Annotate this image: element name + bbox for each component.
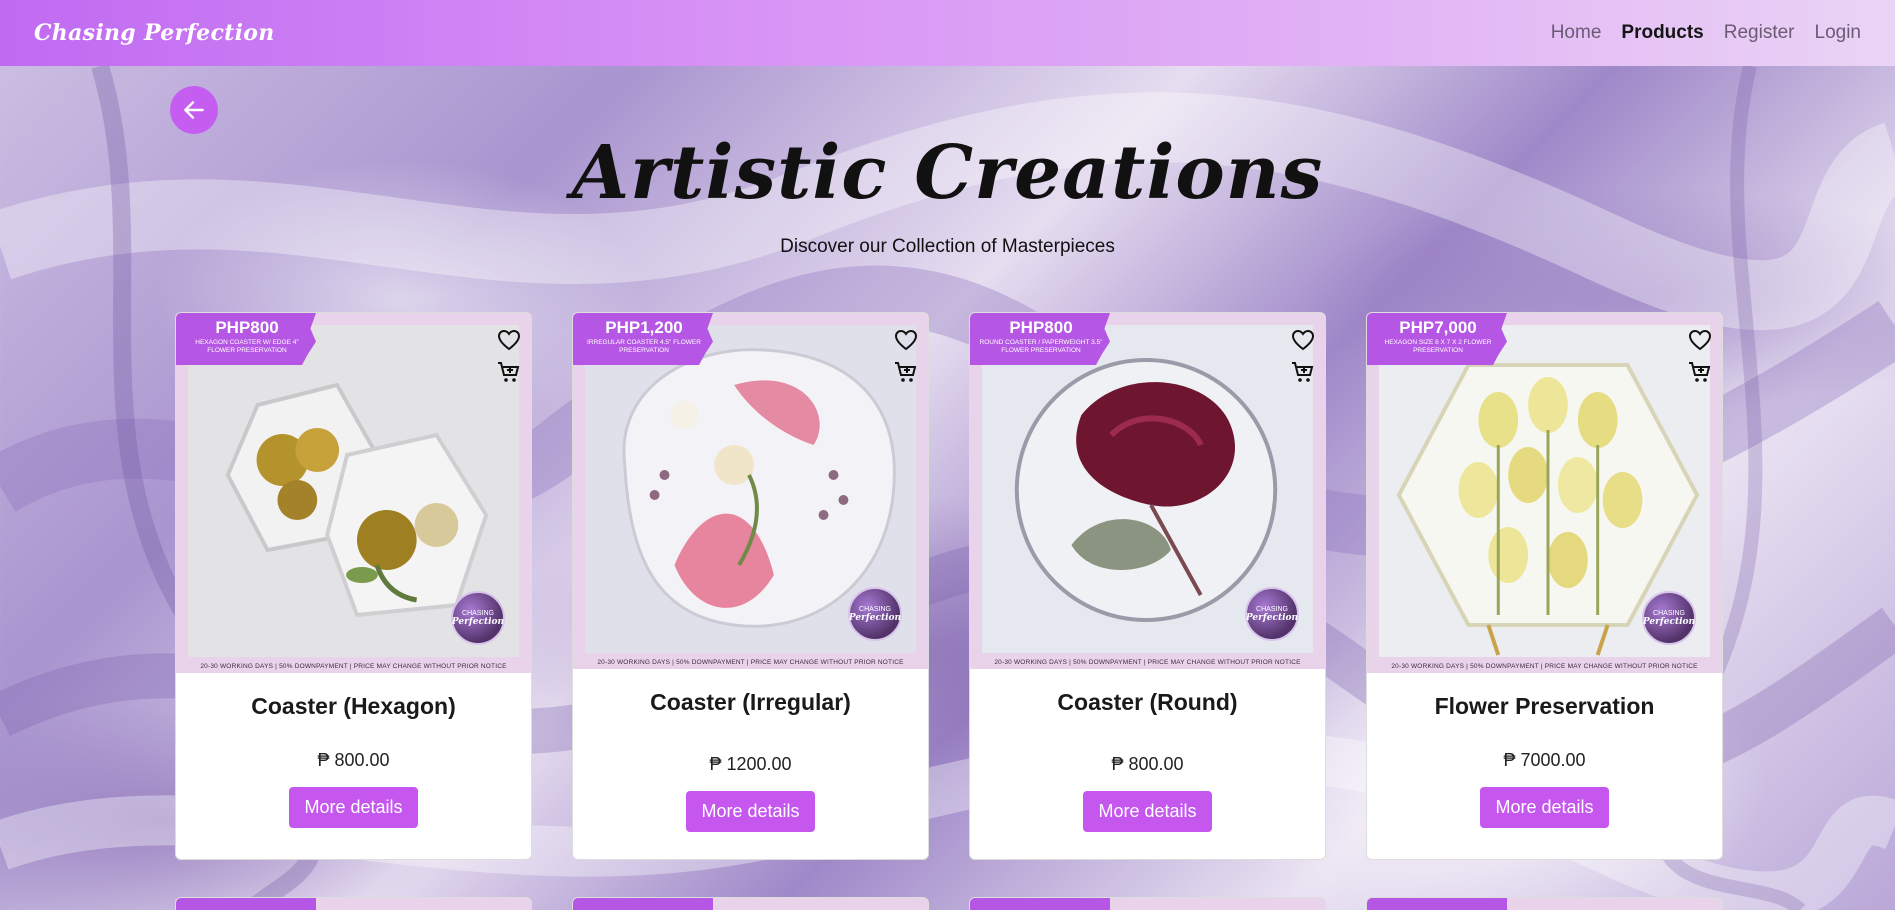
fine-print: 20-30 WORKING DAYS | 50% DOWNPAYMENT | P…	[597, 659, 904, 666]
card-body: Flower Preservation ₱ 7000.00 More detai…	[1367, 673, 1722, 828]
more-details-button[interactable]: More details	[1083, 791, 1212, 832]
navbar: Chasing Perfection Home Products Registe…	[0, 0, 1895, 66]
price-banner: PHP7,000 Hexagon Size 8 x 7 x 2 Flower P…	[1367, 313, 1507, 365]
price-banner: PHP800 Hexagon Coaster w/ Edge 4" Flower…	[176, 313, 316, 365]
nav-register[interactable]: Register	[1724, 22, 1795, 44]
card-actions	[1688, 329, 1712, 383]
nav-login[interactable]: Login	[1815, 22, 1862, 44]
product-price: ₱ 7000.00	[1503, 750, 1586, 770]
fine-print: 20-30 WORKING DAYS | 50% DOWNPAYMENT | P…	[994, 659, 1301, 666]
product-card: PHP800 Round Coaster / Paperweight 3.5" …	[969, 312, 1326, 860]
brand-seal: CHASING Perfection	[1245, 587, 1299, 641]
hero: Artistic Creations Discover our Collecti…	[0, 130, 1895, 258]
card-body: Coaster (Round) ₱ 800.00 More details	[970, 669, 1325, 832]
fine-print: 20-30 WORKING DAYS | 50% DOWNPAYMENT | P…	[200, 663, 507, 670]
page-subtitle: Discover our Collection of Masterpieces	[780, 236, 1115, 257]
card-body: Coaster (Irregular) ₱ 1200.00 More detai…	[573, 669, 928, 832]
price-banner: PHP800 Round Coaster / Paperweight 3.5" …	[970, 313, 1110, 365]
cart-plus-icon[interactable]	[497, 361, 521, 383]
product-title: Coaster (Hexagon)	[251, 693, 456, 719]
product-image-frame: PHP800 Hexagon Coaster w/ Edge 4" Flower…	[176, 313, 531, 673]
page-title: Artistic Creations	[571, 130, 1324, 216]
product-card-partial[interactable]	[175, 897, 532, 910]
card-actions	[1291, 329, 1315, 383]
cart-plus-icon[interactable]	[894, 361, 918, 383]
product-grid-next-row	[175, 897, 1723, 910]
more-details-button[interactable]: More details	[289, 787, 418, 828]
product-card: PHP1,200 Irregular Coaster 4.5" Flower P…	[572, 312, 929, 860]
heart-icon[interactable]	[497, 329, 521, 351]
more-details-button[interactable]: More details	[686, 791, 815, 832]
product-grid: PHP800 Hexagon Coaster w/ Edge 4" Flower…	[175, 312, 1723, 860]
cart-plus-icon[interactable]	[1291, 361, 1315, 383]
product-card: PHP800 Hexagon Coaster w/ Edge 4" Flower…	[175, 312, 532, 860]
product-title: Flower Preservation	[1434, 693, 1655, 719]
card-actions	[497, 329, 521, 383]
card-actions	[894, 329, 918, 383]
product-price: ₱ 800.00	[1111, 754, 1184, 774]
nav-home[interactable]: Home	[1551, 22, 1602, 44]
brand-seal: CHASING Perfection	[1642, 591, 1696, 645]
heart-icon[interactable]	[894, 329, 918, 351]
cart-plus-icon[interactable]	[1688, 361, 1712, 383]
product-price: ₱ 1200.00	[709, 754, 792, 774]
arrow-left-icon	[184, 101, 204, 119]
more-details-button[interactable]: More details	[1480, 787, 1609, 828]
product-title: Coaster (Irregular)	[650, 689, 851, 715]
card-body: Coaster (Hexagon) ₱ 800.00 More details	[176, 673, 531, 828]
nav-products[interactable]: Products	[1621, 22, 1703, 44]
brand-seal: CHASING Perfection	[451, 591, 505, 645]
product-card-partial[interactable]	[1366, 897, 1723, 910]
product-image-frame: PHP7,000 Hexagon Size 8 x 7 x 2 Flower P…	[1367, 313, 1722, 673]
nav-links: Home Products Register Login	[1551, 22, 1861, 44]
price-banner: PHP1,200 Irregular Coaster 4.5" Flower P…	[573, 313, 713, 365]
product-title: Coaster (Round)	[1057, 689, 1238, 715]
product-price: ₱ 800.00	[317, 750, 390, 770]
heart-icon[interactable]	[1688, 329, 1712, 351]
product-card: PHP7,000 Hexagon Size 8 x 7 x 2 Flower P…	[1366, 312, 1723, 860]
fine-print: 20-30 WORKING DAYS | 50% DOWNPAYMENT | P…	[1391, 663, 1698, 670]
product-card-partial[interactable]	[572, 897, 929, 910]
brand-logo[interactable]: Chasing Perfection	[34, 20, 275, 46]
heart-icon[interactable]	[1291, 329, 1315, 351]
product-image-frame: PHP1,200 Irregular Coaster 4.5" Flower P…	[573, 313, 928, 669]
product-card-partial[interactable]	[969, 897, 1326, 910]
brand-seal: CHASING Perfection	[848, 587, 902, 641]
product-image-frame: PHP800 Round Coaster / Paperweight 3.5" …	[970, 313, 1325, 669]
back-button[interactable]	[170, 86, 218, 134]
